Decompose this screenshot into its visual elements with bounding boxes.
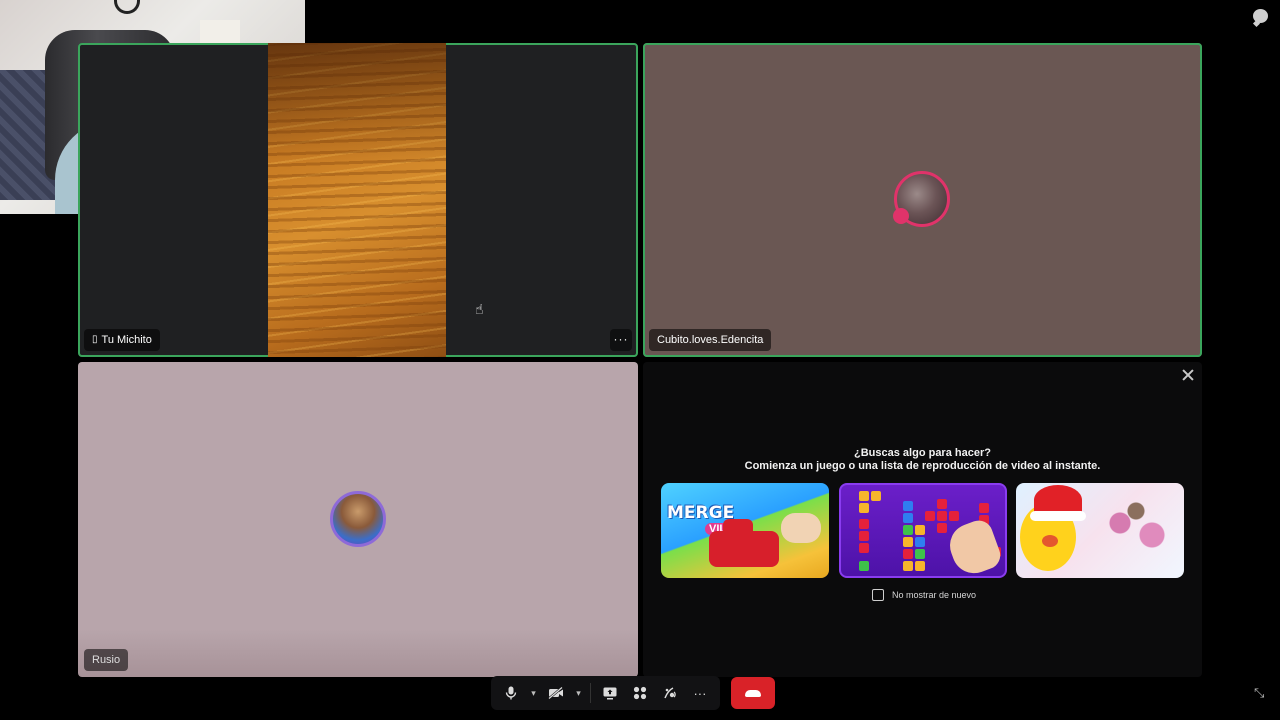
dont-show-again-option[interactable]: No mostrar de nuevo xyxy=(872,589,976,601)
collapse-fullscreen-icon[interactable]: ⤡ xyxy=(1254,686,1268,700)
block xyxy=(859,561,869,571)
participant-tile-rusio[interactable]: Rusio xyxy=(78,362,638,677)
santa-hat-illustration xyxy=(1030,485,1086,521)
hand-illustration xyxy=(781,513,821,543)
avatar xyxy=(893,171,950,227)
block xyxy=(915,561,925,571)
participant-name: Tu Michito xyxy=(101,334,152,346)
game-card-merge-villes[interactable]: MERGE VILLES xyxy=(661,483,829,578)
hand-illustration xyxy=(943,516,1005,576)
block xyxy=(903,537,913,547)
block xyxy=(871,491,881,501)
block xyxy=(859,531,869,541)
participant-name-tag: ▯ Tu Michito xyxy=(84,329,160,351)
panel-subtitle: Comienza un juego o una lista de reprodu… xyxy=(744,460,1101,472)
hand-cursor-icon: ☝ xyxy=(475,301,484,317)
block xyxy=(915,525,925,535)
participant-name: Cubito.loves.Edencita xyxy=(657,334,764,346)
call-toolbar: ▾ ▾ ··· xyxy=(491,676,720,710)
soundboard-icon[interactable] xyxy=(656,679,684,707)
block xyxy=(937,523,947,533)
block xyxy=(915,549,925,559)
chevron-down-icon[interactable]: ▾ xyxy=(572,679,585,707)
block xyxy=(903,513,913,523)
video-shade xyxy=(268,43,446,163)
block xyxy=(979,503,989,513)
block xyxy=(925,511,935,521)
camera-off-icon[interactable] xyxy=(542,679,570,707)
chevron-down-icon[interactable]: ▾ xyxy=(527,679,540,707)
block xyxy=(903,525,913,535)
chat-bubble-icon[interactable] xyxy=(1253,9,1268,23)
block xyxy=(915,537,925,547)
participant-tile-cubito[interactable]: Cubito.loves.Edencita xyxy=(643,43,1202,357)
chick-beak xyxy=(1042,535,1058,547)
wall-decor xyxy=(114,0,140,14)
block xyxy=(859,543,869,553)
activities-icon[interactable] xyxy=(626,679,654,707)
activity-suggestion-panel: ¿Buscas algo para hacer? Comienza un jue… xyxy=(643,362,1202,677)
block xyxy=(903,561,913,571)
screen-share-icon[interactable] xyxy=(596,679,624,707)
divider xyxy=(590,683,592,703)
block xyxy=(903,549,913,559)
game-card-chick-holiday[interactable] xyxy=(1016,483,1184,578)
avatar xyxy=(330,491,386,547)
car-illustration xyxy=(709,519,779,567)
illustration-decor xyxy=(1096,499,1176,559)
participant-name-tag: Cubito.loves.Edencita xyxy=(649,329,772,351)
participant-name: Rusio xyxy=(92,654,121,666)
block xyxy=(859,491,869,501)
dont-show-checkbox[interactable] xyxy=(872,589,884,601)
end-call-icon xyxy=(745,689,761,697)
close-icon[interactable] xyxy=(1181,368,1195,382)
more-icon[interactable]: ··· xyxy=(686,679,714,707)
block xyxy=(937,511,947,521)
game-card-block-puzzle[interactable] xyxy=(839,483,1007,578)
participant-tile-tu-michito[interactable]: ▯ Tu Michito ··· xyxy=(78,43,638,357)
dont-show-label: No mostrar de nuevo xyxy=(892,590,977,600)
participant-name-tag: Rusio xyxy=(84,649,129,671)
panel-title: ¿Buscas algo para hacer? xyxy=(854,447,991,459)
tile-more-options-button[interactable]: ··· xyxy=(610,329,632,351)
phone-icon: ▯ xyxy=(92,334,98,345)
microphone-icon[interactable] xyxy=(497,679,525,707)
block xyxy=(937,499,947,509)
block xyxy=(949,511,959,521)
block xyxy=(903,501,913,511)
block xyxy=(859,519,869,529)
end-call-button[interactable] xyxy=(731,677,775,709)
block xyxy=(859,503,869,513)
